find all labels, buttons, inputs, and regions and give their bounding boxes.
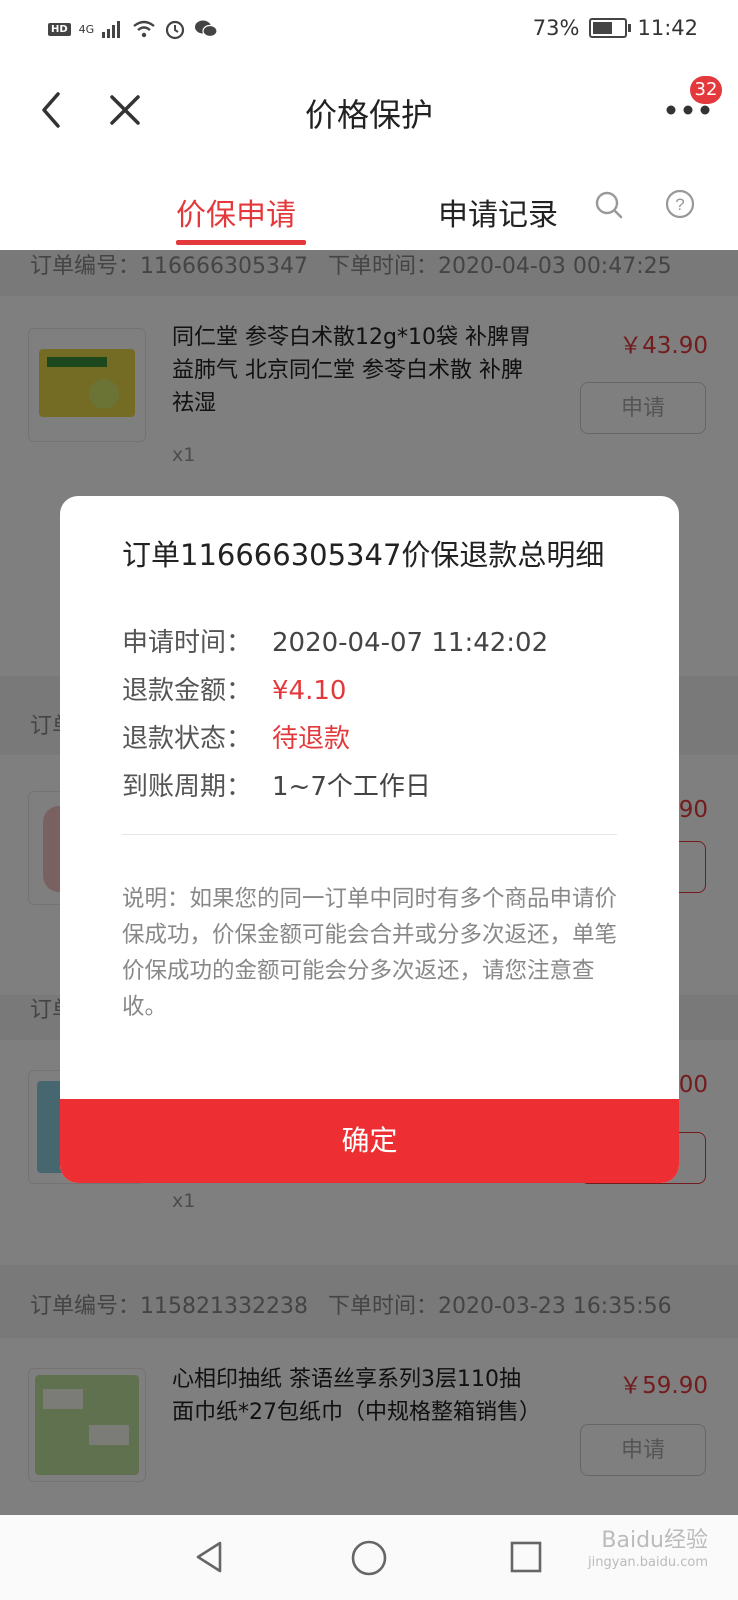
battery-icon: [589, 18, 632, 38]
refund-amount-value: ¥4.10: [272, 676, 347, 706]
page-title: 价格保护: [304, 96, 433, 134]
confirm-button[interactable]: 确定: [60, 1099, 679, 1183]
wechat-icon: [195, 20, 218, 38]
refund-status-value: 待退款: [272, 724, 351, 754]
divider: [122, 834, 617, 835]
nav-bar: 价格保护 32: [0, 60, 738, 160]
signal-icon: [102, 21, 121, 38]
watermark-text: Baidu经验: [601, 1528, 708, 1553]
status-left: HD 4G: [48, 18, 218, 40]
hd-badge: HD: [48, 22, 71, 36]
refund-amount-label: 退款金额：: [122, 676, 253, 706]
refund-status-label: 退款状态：: [122, 724, 253, 754]
tab-apply[interactable]: 价保申请: [176, 190, 296, 234]
more-dots-icon[interactable]: [665, 104, 711, 116]
tab-bar: 价保申请 申请记录 ?: [0, 160, 738, 250]
watermark: Baidu经验 jingyan.baidu.com: [588, 1530, 708, 1574]
clock: 11:42: [637, 16, 698, 40]
refund-status-row: 退款状态： 待退款: [122, 718, 350, 755]
search-icon[interactable]: [594, 190, 624, 220]
apply-time-label: 申请时间：: [122, 628, 253, 658]
network-label: 4G: [78, 22, 95, 36]
battery-percent: 73%: [532, 16, 580, 40]
refund-note: 说明：如果您的同一订单中同时有多个商品申请价保成功，价保金额可能会合并或分多次返…: [122, 886, 618, 1020]
notification-badge: 32: [690, 76, 722, 104]
watermark-sub: jingyan.baidu.com: [588, 1555, 708, 1570]
refund-amount-row: 退款金额： ¥4.10: [122, 670, 346, 707]
square-recents-icon[interactable]: [508, 1539, 544, 1575]
tab-records[interactable]: 申请记录: [438, 190, 558, 234]
dialog-title: 订单116666305347价保退款总明细: [122, 538, 605, 572]
wifi-icon: [133, 20, 155, 38]
alarm-icon: [166, 20, 185, 40]
circle-home-icon[interactable]: [350, 1539, 388, 1577]
arrival-period-row: 到账周期： 1~7个工作日: [122, 766, 431, 803]
arrival-period-label: 到账周期：: [122, 772, 253, 802]
status-right: 73% 11:42: [533, 16, 698, 40]
triangle-back-icon[interactable]: [192, 1539, 226, 1575]
help-icon[interactable]: ?: [664, 188, 696, 220]
apply-time-row: 申请时间： 2020-04-07 11:42:02: [122, 622, 548, 659]
apply-time-value: 2020-04-07 11:42:02: [272, 628, 549, 658]
arrival-period-value: 1~7个工作日: [272, 772, 431, 802]
active-tab-indicator: [176, 240, 306, 245]
status-bar: HD 4G 73% 11:42: [0, 0, 738, 60]
refund-detail-dialog: 订单116666305347价保退款总明细 申请时间： 2020-04-07 11…: [60, 496, 679, 1183]
svg-text:?: ?: [675, 195, 684, 214]
system-nav-bar: Baidu经验 jingyan.baidu.com: [0, 1515, 738, 1600]
